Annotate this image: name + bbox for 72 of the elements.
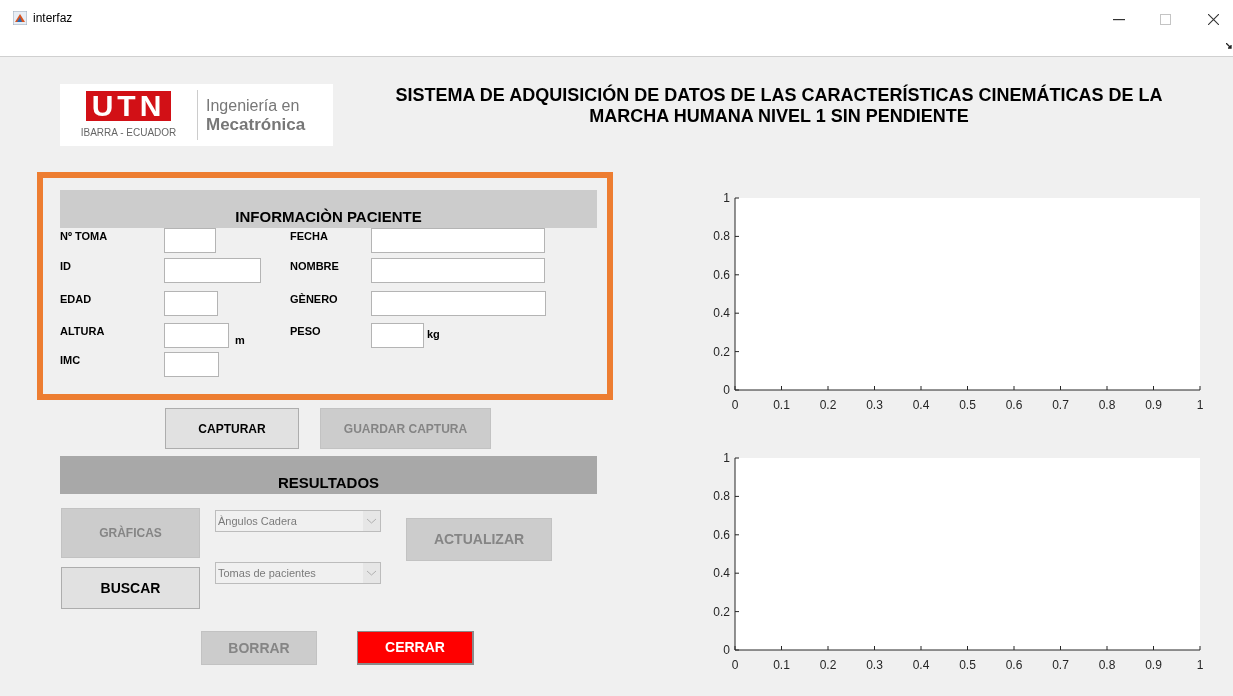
button[interactable]: BUSCAR xyxy=(61,567,200,609)
field-label: PESO xyxy=(290,324,322,339)
axis-tick-label: 0.2 xyxy=(819,658,837,672)
logo-text: Ingeniería en xyxy=(206,95,301,115)
axis-tick-label: 1 xyxy=(723,451,730,465)
axis-tick-label: 0.1 xyxy=(773,658,790,672)
axis-tick-label: 0.4 xyxy=(912,658,930,672)
field-label: Nº TOMA xyxy=(60,229,109,244)
unit-label: kg xyxy=(427,327,440,342)
input-field[interactable] xyxy=(371,323,424,348)
axis-tick-label: 0 xyxy=(723,643,730,657)
axis-tick-label: 0.5 xyxy=(959,658,976,672)
axis-tick-label: 0.9 xyxy=(1145,658,1162,672)
field-label: NOMBRE xyxy=(290,259,340,274)
axis-tick-label: 0.6 xyxy=(713,267,730,282)
axis-tick-label: 0.8 xyxy=(1098,658,1116,672)
axis-tick-label: 0.9 xyxy=(1145,398,1162,412)
axis-tick-label: 0.4 xyxy=(713,566,730,581)
field-label: GÈNERO xyxy=(290,292,339,307)
window-title: interfaz xyxy=(33,10,73,27)
axis-tick-label: 1 xyxy=(1196,398,1204,412)
section-header: INFORMACIÒN PACIENTE xyxy=(60,190,597,228)
chevron-down-icon xyxy=(363,511,380,531)
button[interactable]: CERRAR xyxy=(357,631,474,665)
axis-tick-label: 0.4 xyxy=(713,306,730,321)
input-field[interactable] xyxy=(164,291,218,316)
axis-tick-label: 0.2 xyxy=(713,344,730,359)
axis-tick-label: 0 xyxy=(731,398,739,412)
axis-tick-label: 1 xyxy=(723,191,730,205)
logo-mark: UTN xyxy=(85,90,172,121)
input-field[interactable] xyxy=(371,291,546,316)
logo-text: Mecatrónica xyxy=(206,114,306,135)
maximize-icon[interactable] xyxy=(1160,14,1171,25)
unit-label: m xyxy=(235,333,245,348)
axis-tick-label: 0.1 xyxy=(773,398,790,412)
field-label: EDAD xyxy=(60,292,93,307)
section-header: RESULTADOS xyxy=(60,456,597,494)
axis-tick-label: 0.5 xyxy=(959,398,976,412)
axis-tick-label: 0.3 xyxy=(866,658,883,672)
input-field[interactable] xyxy=(164,323,229,348)
input-field[interactable] xyxy=(164,228,216,253)
minimize-icon[interactable] xyxy=(1113,19,1125,21)
chevron-down-icon xyxy=(363,563,380,583)
axis-tick-label: 0.8 xyxy=(713,229,730,244)
logo-caption: IBARRA - ECUADOR xyxy=(80,125,177,140)
axis-tick-label: 0.2 xyxy=(819,398,837,412)
axis-tick-label: 0.8 xyxy=(713,489,730,504)
button[interactable]: CAPTURAR xyxy=(165,408,299,449)
axis-tick-label: 0.3 xyxy=(866,398,883,412)
app-icon xyxy=(13,11,27,25)
field-label: FECHA xyxy=(290,229,329,244)
axis-tick-label: 0.7 xyxy=(1052,658,1069,672)
input-field[interactable] xyxy=(164,258,261,283)
field-label: ID xyxy=(60,259,72,274)
field-label: IMC xyxy=(60,353,82,368)
axis-tick-label: 0.7 xyxy=(1052,398,1069,412)
axis-tick-label: 0.6 xyxy=(1005,398,1023,412)
close-icon[interactable] xyxy=(1208,14,1219,25)
input-field[interactable] xyxy=(371,228,545,253)
arrow-icon xyxy=(1226,43,1232,49)
axis-tick-label: 1 xyxy=(1196,658,1204,672)
axis-tick-label: 0.6 xyxy=(1005,658,1023,672)
input-field[interactable] xyxy=(164,352,219,377)
axis-tick-label: 0 xyxy=(731,658,739,672)
axis-tick-label: 0.2 xyxy=(713,604,730,619)
input-field[interactable] xyxy=(371,258,545,283)
axis-tick-label: 0.8 xyxy=(1098,398,1116,412)
axis-tick-label: 0.4 xyxy=(912,398,930,412)
axis-tick-label: 0.6 xyxy=(713,527,730,542)
field-label: ALTURA xyxy=(60,324,106,339)
page-title: SISTEMA DE ADQUISICIÓN DE DATOS DE LAS CARACTERÍSTICAS CINEMÁTICAS DE LA MARCHA HUMANA NIVEL 1 SIN PENDIENTE xyxy=(394,85,1164,128)
axis-tick-label: 0 xyxy=(723,383,730,397)
